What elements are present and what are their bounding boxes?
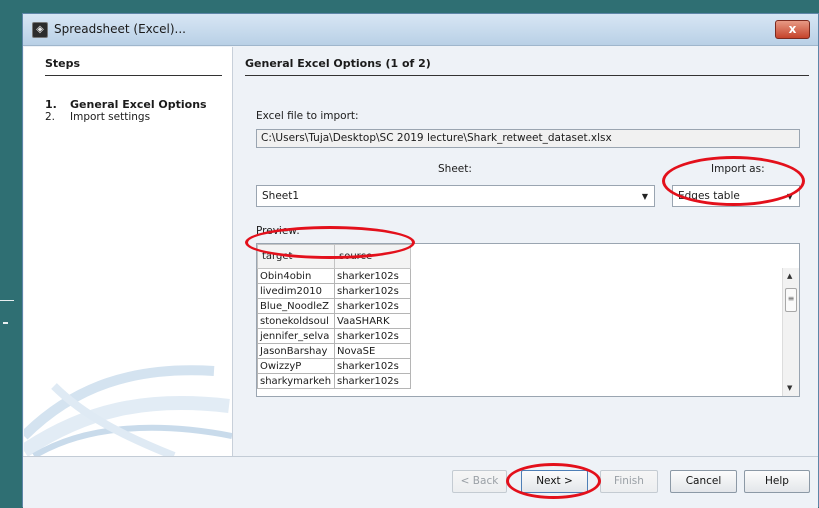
step-label: General Excel Options	[70, 98, 207, 111]
step-number: 1.	[45, 98, 57, 111]
cancel-button[interactable]: Cancel	[670, 470, 737, 493]
scroll-down-icon[interactable]: ▼	[787, 384, 792, 392]
table-cell: sharker102s	[334, 358, 411, 374]
table-cell: JasonBarshay	[257, 343, 335, 359]
app-icon: ◈	[32, 22, 48, 38]
table-row: livedim2010 sharker102s	[257, 283, 411, 299]
table-cell: sharker102s	[334, 268, 411, 284]
scroll-up-icon[interactable]: ▲	[787, 272, 792, 280]
step-import-settings: 2. Import settings	[45, 111, 150, 123]
decorative-swirl	[24, 365, 232, 456]
close-button[interactable]: x	[775, 20, 810, 39]
table-cell: sharker102s	[334, 328, 411, 344]
main-panel: General Excel Options (1 of 2) Excel fil…	[233, 47, 818, 456]
table-header-row: target source	[257, 244, 411, 269]
steps-panel: Steps 1. General Excel Options 2. Import s…	[24, 47, 232, 456]
chevron-down-icon: ▼	[786, 192, 793, 201]
back-button[interactable]: < Back	[452, 470, 507, 493]
finish-button[interactable]: Finish	[600, 470, 658, 493]
table-cell: NovaSE	[334, 343, 411, 359]
table-row: OwizzyP sharker102s	[257, 358, 411, 374]
table-row: sharkymarkeh sharker102s	[257, 373, 411, 389]
sheet-select-value: Sheet1	[262, 190, 300, 202]
table-cell: stonekoldsoul	[257, 313, 335, 329]
table-row: stonekoldsoul VaaSHARK	[257, 313, 411, 329]
table-cell: VaaSHARK	[334, 313, 411, 329]
import-dialog: ◈ Spreadsheet (Excel)... x Steps 1. Gener…	[22, 13, 819, 508]
background-mark	[3, 322, 8, 324]
table-row: Obin4obin sharker102s	[257, 268, 411, 284]
background-mark	[0, 300, 14, 301]
page-title: General Excel Options (1 of 2)	[245, 57, 809, 76]
column-header-source[interactable]: source	[334, 244, 411, 269]
sheet-label: Sheet:	[438, 163, 472, 175]
import-as-label: Import as:	[711, 163, 765, 175]
titlebar: ◈ Spreadsheet (Excel)... x	[23, 14, 818, 46]
table-cell: sharker102s	[334, 283, 411, 299]
steps-header: Steps	[45, 57, 222, 76]
table-cell: livedim2010	[257, 283, 335, 299]
table-cell: OwizzyP	[257, 358, 335, 374]
scrollbar-thumb[interactable]: ≡	[785, 288, 797, 312]
preview-grid: target source Obin4obin sharker102s lived…	[257, 244, 411, 389]
window-title: Spreadsheet (Excel)...	[54, 22, 186, 36]
table-row: JasonBarshay NovaSE	[257, 343, 411, 359]
sheet-select[interactable]: Sheet1 ▼	[256, 185, 655, 207]
file-path-field[interactable]: C:\Users\Tuja\Desktop\SC 2019 lecture\Sh…	[256, 129, 800, 148]
step-label: Import settings	[70, 111, 151, 123]
step-number: 2.	[45, 111, 56, 123]
table-cell: sharker102s	[334, 298, 411, 314]
preview-scrollbar[interactable]: ▲ ≡ ▼	[782, 268, 799, 396]
help-button[interactable]: Help	[744, 470, 810, 493]
import-as-select[interactable]: Edges table ▼	[672, 185, 800, 207]
table-cell: sharkymarkeh	[257, 373, 335, 389]
table-cell: jennifer_selva	[257, 328, 335, 344]
table-cell: sharker102s	[334, 373, 411, 389]
table-cell: Blue_NoodleZ	[257, 298, 335, 314]
preview-table: target source Obin4obin sharker102s lived…	[256, 243, 800, 397]
table-row: Blue_NoodleZ sharker102s	[257, 298, 411, 314]
preview-label: Preview:	[256, 225, 300, 237]
table-cell: Obin4obin	[257, 268, 335, 284]
import-as-select-value: Edges table	[678, 190, 740, 202]
chevron-down-icon: ▼	[641, 192, 648, 201]
table-row: jennifer_selva sharker102s	[257, 328, 411, 344]
file-label: Excel file to import:	[256, 110, 359, 122]
step-general-options: 1. General Excel Options	[45, 98, 207, 111]
column-header-target[interactable]: target	[257, 244, 335, 269]
next-button[interactable]: Next >	[521, 470, 588, 493]
